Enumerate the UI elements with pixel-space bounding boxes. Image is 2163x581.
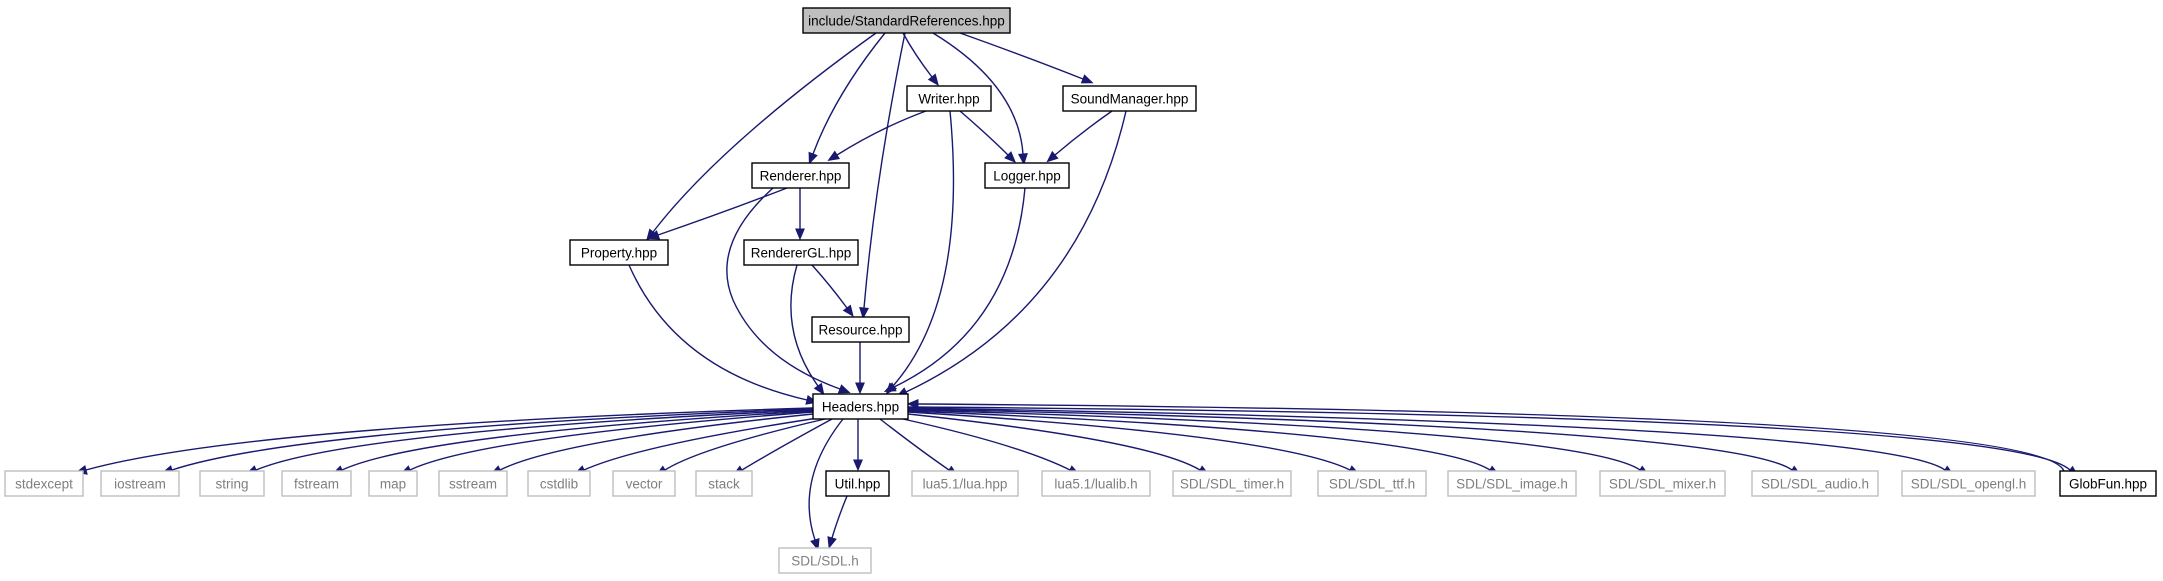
node-string: string [199, 470, 265, 497]
node-standard-references[interactable]: include/StandardReferences.hpp [802, 7, 1011, 34]
node-label: sstream [449, 477, 497, 492]
node-util[interactable]: Util.hpp [825, 470, 890, 497]
node-label: lua5.1/lualib.h [1054, 477, 1137, 492]
node-sdl-image: SDL/SDL_image.h [1447, 470, 1577, 497]
node-label: Headers.hpp [822, 400, 899, 415]
node-sound-manager[interactable]: SoundManager.hpp [1062, 85, 1197, 112]
node-property[interactable]: Property.hpp [569, 239, 669, 266]
node-label: include/StandardReferences.hpp [808, 14, 1005, 29]
node-label: Logger.hpp [993, 169, 1061, 184]
node-label: Renderer.hpp [760, 169, 842, 184]
node-label: SDL/SDL_mixer.h [1609, 477, 1716, 492]
node-sdl-audio: SDL/SDL_audio.h [1751, 470, 1879, 497]
node-sdl-ttf: SDL/SDL_ttf.h [1317, 470, 1427, 497]
node-label: SDL/SDL_opengl.h [1911, 477, 2027, 492]
node-label: GlobFun.hpp [2069, 477, 2147, 492]
node-label: SDL/SDL_image.h [1456, 477, 1568, 492]
node-sdl-mixer: SDL/SDL_mixer.h [1599, 470, 1726, 497]
node-logger[interactable]: Logger.hpp [984, 162, 1070, 189]
node-label: SoundManager.hpp [1071, 92, 1189, 107]
node-label: SDL/SDL_timer.h [1180, 477, 1284, 492]
node-label: Writer.hpp [918, 92, 979, 107]
node-label: stack [708, 477, 740, 492]
node-label: SDL/SDL.h [791, 554, 859, 569]
node-resource[interactable]: Resource.hpp [811, 316, 910, 343]
node-stack: stack [695, 470, 753, 497]
node-fstream: fstream [281, 470, 352, 497]
node-label: map [380, 477, 406, 492]
node-lua: lua5.1/lua.hpp [911, 470, 1019, 497]
node-label: RendererGL.hpp [751, 246, 852, 261]
node-label: fstream [294, 477, 339, 492]
node-label: cstdlib [540, 477, 578, 492]
node-label: SDL/SDL_audio.h [1761, 477, 1869, 492]
node-lualib: lua5.1/lualib.h [1041, 470, 1151, 497]
node-label: lua5.1/lua.hpp [923, 477, 1008, 492]
node-label: stdexcept [15, 477, 73, 492]
node-label: string [215, 477, 248, 492]
node-renderer-gl[interactable]: RendererGL.hpp [743, 239, 859, 266]
node-vector: vector [612, 470, 676, 497]
node-label: iostream [114, 477, 166, 492]
node-label: SDL/SDL_ttf.h [1329, 477, 1415, 492]
node-sstream: sstream [438, 470, 508, 497]
node-renderer[interactable]: Renderer.hpp [751, 162, 850, 189]
node-glob-fun[interactable]: GlobFun.hpp [2059, 470, 2157, 497]
node-label: Resource.hpp [818, 323, 902, 338]
node-sdl: SDL/SDL.h [778, 547, 872, 574]
node-label: Util.hpp [835, 477, 881, 492]
node-sdl-opengl: SDL/SDL_opengl.h [1901, 470, 2036, 497]
node-label: Property.hpp [581, 246, 657, 261]
node-cstdlib: cstdlib [527, 470, 591, 497]
node-stdexcept: stdexcept [4, 470, 84, 497]
node-writer[interactable]: Writer.hpp [906, 85, 992, 112]
node-label: vector [626, 477, 663, 492]
node-iostream: iostream [100, 470, 180, 497]
node-headers[interactable]: Headers.hpp [812, 393, 909, 420]
node-sdl-timer: SDL/SDL_timer.h [1172, 470, 1292, 497]
node-map: map [368, 470, 418, 497]
include-dependency-graph: include/StandardReferences.hpp Writer.hpp… [0, 0, 2163, 581]
